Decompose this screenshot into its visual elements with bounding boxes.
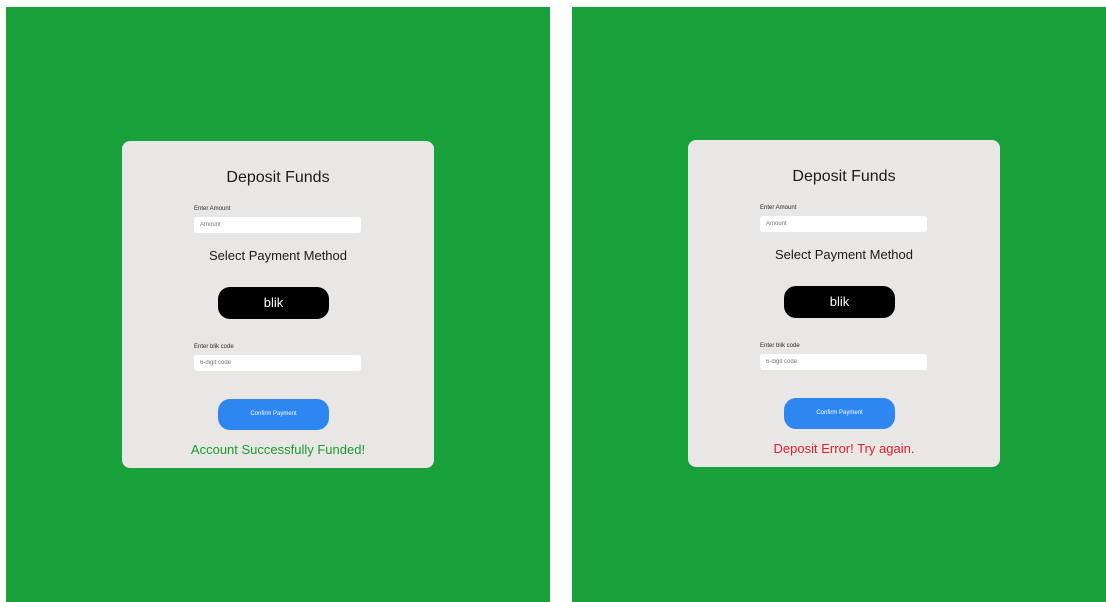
deposit-screen-success: Deposit Funds Enter Amount Select Paymen… bbox=[6, 7, 550, 602]
success-message: Account Successfully Funded! bbox=[190, 442, 366, 457]
deposit-card: Deposit Funds Enter Amount Select Paymen… bbox=[122, 141, 434, 468]
deposit-card: Deposit Funds Enter Amount Select Paymen… bbox=[688, 140, 1000, 467]
deposit-title: Deposit Funds bbox=[226, 169, 330, 186]
amount-label: Enter Amount bbox=[760, 205, 797, 211]
blik-payment-button[interactable]: blik bbox=[784, 286, 895, 318]
payment-method-title: Select Payment Method bbox=[208, 248, 348, 263]
confirm-payment-button[interactable]: Confirm Payment bbox=[218, 399, 329, 430]
blik-code-input[interactable] bbox=[194, 355, 361, 371]
blik-code-label: Enter blik code bbox=[760, 343, 800, 349]
deposit-title: Deposit Funds bbox=[792, 168, 896, 185]
payment-method-title: Select Payment Method bbox=[774, 247, 914, 262]
blik-code-label: Enter blik code bbox=[194, 344, 234, 350]
confirm-payment-button[interactable]: Confirm Payment bbox=[784, 398, 895, 429]
deposit-screen-error: Deposit Funds Enter Amount Select Paymen… bbox=[572, 7, 1106, 602]
amount-label: Enter Amount bbox=[194, 206, 231, 212]
amount-input[interactable] bbox=[194, 217, 361, 233]
blik-code-input[interactable] bbox=[760, 354, 927, 370]
amount-input[interactable] bbox=[760, 216, 927, 232]
error-message: Deposit Error! Try again. bbox=[773, 441, 915, 456]
blik-payment-button[interactable]: blik bbox=[218, 287, 329, 319]
